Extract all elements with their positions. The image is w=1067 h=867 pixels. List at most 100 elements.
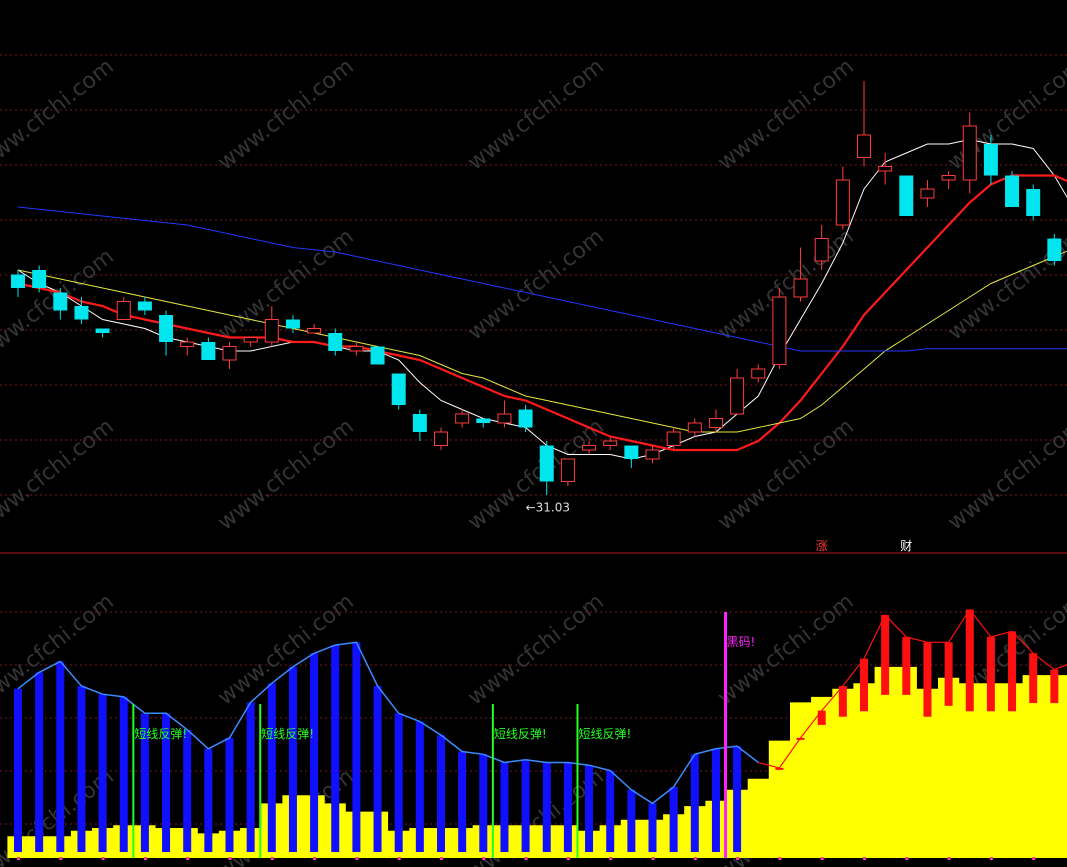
candle-body-down (624, 445, 639, 459)
candle (391, 373, 406, 410)
indicator-bar-blue (183, 729, 192, 852)
candle-body-up (603, 440, 618, 446)
candle-body-up (814, 238, 829, 262)
candle-body-up (116, 301, 131, 320)
indicator-bar-blue (246, 702, 255, 852)
indicator-bar-blue (521, 759, 530, 852)
candle (772, 288, 787, 369)
candle-body-up (243, 337, 258, 343)
candle (560, 458, 575, 486)
indicator-bar-blue (711, 748, 720, 852)
baseline-tick (778, 857, 782, 860)
candle-body-down (159, 315, 174, 342)
baseline-tick (397, 857, 401, 860)
candle-body-up (180, 341, 195, 347)
candle-body-up (434, 431, 448, 446)
candle (1047, 234, 1062, 266)
candle-body-down (74, 306, 89, 320)
candle (370, 346, 385, 365)
candle-body-down (137, 301, 152, 311)
candle-body-down (53, 292, 68, 311)
candle-body-up (772, 296, 787, 365)
candle-body-up (920, 188, 935, 199)
low-price-label: ←31.03 (526, 501, 570, 515)
indicator-bar-red (1008, 631, 1017, 712)
indicator-bar-red (965, 609, 974, 712)
indicator-bar-blue (585, 765, 594, 852)
candle-body-up (751, 368, 766, 379)
indicator-bar-blue (331, 645, 340, 852)
candle-body-down (476, 418, 491, 423)
candle-body-up (264, 319, 279, 343)
indicator-bar-blue (563, 762, 572, 852)
baseline-tick (228, 857, 232, 860)
indicator-bar-red (923, 642, 932, 717)
indicator-bar-blue (542, 762, 551, 852)
indicator-bar-blue (204, 748, 213, 852)
baseline-tick (440, 857, 443, 860)
baseline-tick (17, 857, 20, 860)
indicator-bar-blue (669, 787, 678, 852)
candle-body-down (539, 445, 554, 482)
baseline-tick (566, 857, 570, 860)
candle-body-down (370, 346, 385, 365)
candle (899, 175, 914, 216)
indicator-bar-blue (690, 754, 699, 852)
candle-body-up (687, 422, 702, 433)
candle-body-up (857, 134, 871, 158)
candle-body-down (983, 144, 998, 176)
candle-body-down (95, 328, 110, 333)
indicator-bar-red (986, 636, 995, 712)
candle-body-up (349, 346, 364, 352)
indicator-bar-red (1029, 653, 1038, 704)
indicator-bar-red (817, 710, 826, 725)
baseline-tick (143, 857, 147, 860)
candle-body-down (1005, 175, 1020, 207)
indicator-bar-blue (225, 737, 234, 852)
indicator-bar-blue (56, 661, 65, 852)
candle-body-down (518, 409, 533, 428)
indicator-bar-blue (394, 713, 403, 852)
candle-body-up (835, 179, 850, 226)
candle-body-up (708, 418, 723, 428)
indicator-bar-red (860, 658, 868, 712)
baseline-tick (355, 857, 359, 860)
candle-body-up (560, 458, 575, 482)
baseline-tick (863, 857, 866, 860)
candle-body-down (11, 274, 25, 288)
indicator-bar-red (881, 615, 890, 695)
indicator-bar-blue (458, 751, 467, 852)
candle-body-up (582, 445, 597, 451)
baseline-tick (1032, 857, 1036, 860)
indicator-bar-blue (352, 642, 361, 852)
indicator-bar-blue (267, 683, 276, 852)
indicator-bar-blue (627, 789, 636, 852)
baseline-tick (736, 857, 740, 860)
candle-body-down (412, 414, 427, 432)
candle-body-down (1026, 189, 1041, 216)
baseline-tick (270, 857, 274, 860)
indicator-bar-blue (415, 721, 424, 852)
candle-body-up (730, 377, 745, 415)
candle-body-up (793, 278, 808, 298)
indicator-bar-red (1050, 669, 1059, 704)
candle-body-up (878, 166, 893, 172)
candle-body-down (285, 319, 300, 329)
indicator-bar-blue (288, 666, 297, 852)
signal-label: 短线反弹! (134, 727, 187, 741)
baseline-tick (59, 857, 63, 860)
indicator-bar-red (944, 642, 953, 706)
indicator-bar-blue (733, 746, 742, 852)
indicator-bar-blue (77, 686, 86, 852)
baseline-tick (989, 857, 993, 860)
indicator-bar-blue (35, 672, 44, 852)
candle-body-down (391, 373, 406, 405)
baseline-tick (820, 857, 824, 860)
indicator-bar-blue (98, 694, 107, 852)
indicator-bar-blue (14, 688, 22, 852)
baseline-tick (693, 857, 697, 860)
candle-body-up (307, 328, 322, 334)
baseline-tick (947, 857, 951, 860)
candle-body-down (328, 333, 343, 351)
indicator-bar-blue (606, 770, 615, 852)
